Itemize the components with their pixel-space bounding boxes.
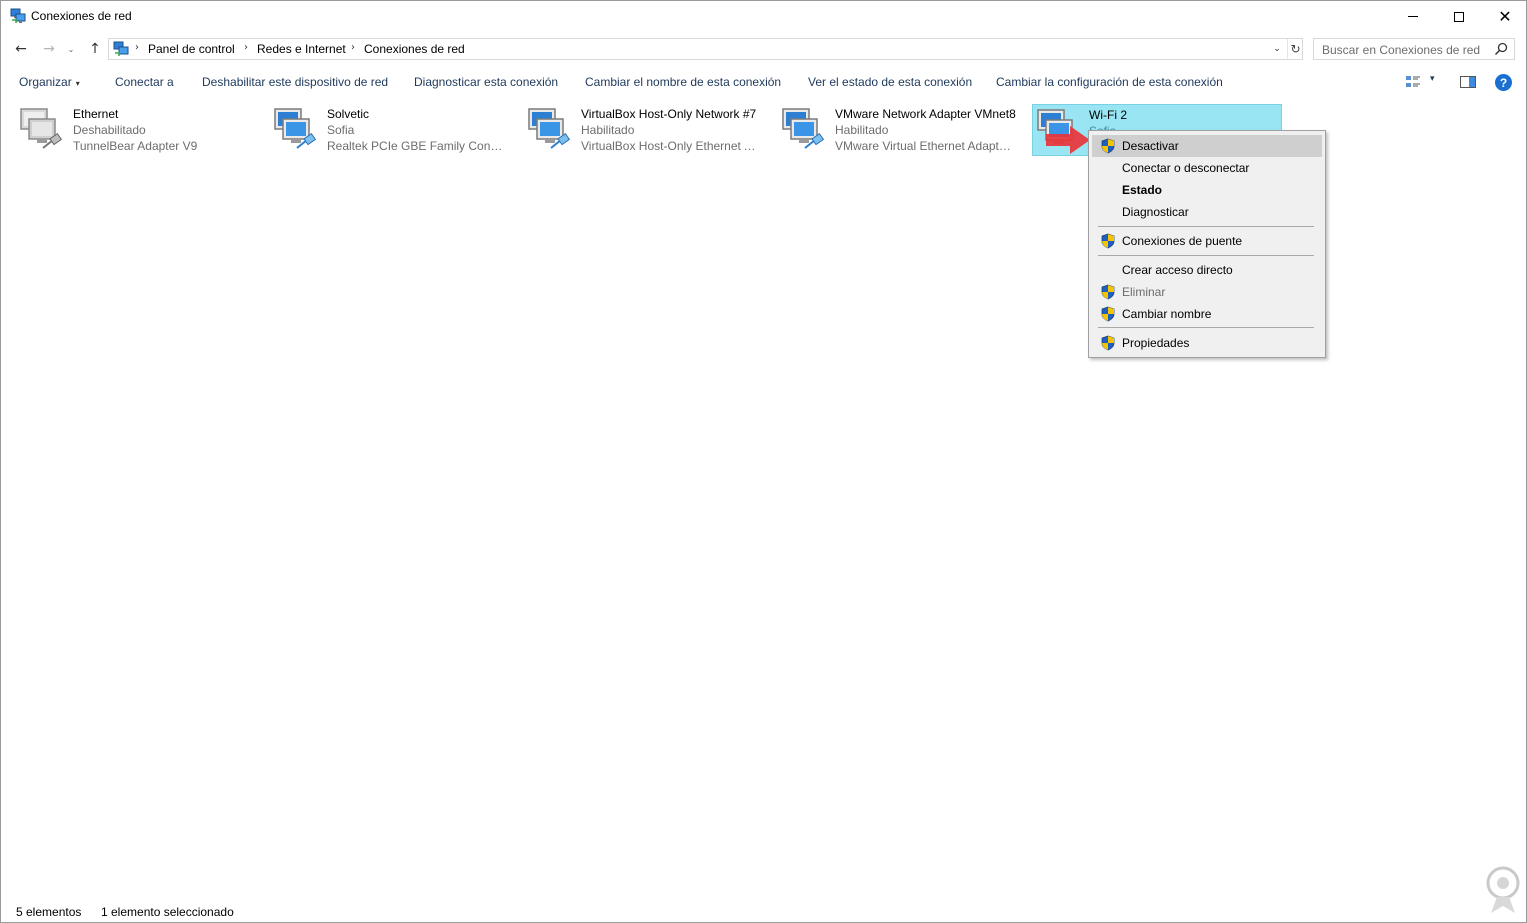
menu-item-estado[interactable]: Estado [1092, 179, 1322, 201]
connection-name: Solvetic [327, 107, 370, 121]
title-bar[interactable]: Conexiones de red ✕ [1, 1, 1526, 32]
connection-name: Wi-Fi 2 [1089, 108, 1127, 122]
menu-label: Estado [1122, 183, 1163, 197]
menu-label: Diagnosticar [1122, 205, 1189, 219]
network-adapter-icon [528, 108, 571, 149]
up-button[interactable]: ↑ [85, 39, 105, 59]
maximize-button[interactable] [1436, 1, 1482, 32]
breadcrumb-panel-de-control[interactable]: Panel de control [148, 42, 235, 56]
menu-item-propiedades[interactable]: Propiedades [1092, 332, 1322, 354]
network-adapter-icon [782, 108, 825, 149]
breadcrumb-separator[interactable]: › [244, 42, 248, 53]
selection-count: 1 elemento seleccionado [101, 905, 234, 919]
connection-device: VMware Virtual Ethernet Adapter ... [835, 139, 1013, 153]
uac-shield-icon [1101, 335, 1115, 351]
connection-item-vmware[interactable]: VMware Network Adapter VMnet8 Habilitado… [765, 104, 1016, 156]
network-connections-icon [113, 41, 129, 56]
close-icon: ✕ [1498, 6, 1512, 26]
breadcrumb-conexiones-de-red[interactable]: Conexiones de red [364, 42, 465, 56]
status-bar: 5 elementos 1 elemento seleccionado [1, 901, 1526, 922]
menu-item-diagnosticar[interactable]: Diagnosticar [1092, 201, 1322, 223]
view-dropdown-button[interactable]: ▾ [1430, 74, 1435, 84]
menu-separator [1098, 327, 1314, 328]
close-button[interactable]: ✕ [1482, 1, 1527, 32]
network-connections-icon [10, 8, 26, 23]
menu-label: Conexiones de puente [1122, 234, 1243, 248]
menu-label: Propiedades [1122, 336, 1190, 350]
minimize-icon [1408, 16, 1418, 17]
navigation-bar: ← → ⌄ ↑ › Panel de control › Redes e Int… [1, 35, 1526, 63]
uac-shield-icon [1101, 284, 1115, 300]
change-settings-button[interactable]: Cambiar la configuración de esta conexió… [996, 75, 1223, 89]
command-bar: Organizar ▾ Conectar a Deshabilitar este … [1, 69, 1526, 95]
breadcrumb-separator[interactable]: › [351, 42, 355, 53]
view-options-icon[interactable] [1404, 73, 1422, 91]
chevron-down-icon: ▾ [75, 79, 80, 88]
menu-label: Desactivar [1122, 139, 1179, 153]
connection-device: VirtualBox Host-Only Ethernet Ad... [581, 139, 759, 153]
uac-shield-icon [1101, 138, 1115, 154]
organize-button[interactable]: Organizar ▾ [19, 75, 80, 89]
menu-item-eliminar[interactable]: Eliminar [1092, 281, 1322, 303]
breadcrumb-separator[interactable]: › [135, 42, 139, 53]
red-arrow-icon [1046, 126, 1090, 154]
menu-label: Eliminar [1122, 285, 1166, 299]
context-menu: Desactivar Conectar o desconectar Estado… [1088, 130, 1326, 358]
menu-item-cambiar-nombre[interactable]: Cambiar nombre [1092, 303, 1322, 325]
connection-name: VirtualBox Host-Only Network #7 [581, 107, 757, 121]
search-input[interactable]: Buscar en Conexiones de red [1313, 38, 1515, 60]
help-icon[interactable]: ? [1495, 74, 1512, 91]
connection-status: Sofia [327, 123, 355, 137]
preview-pane-icon[interactable] [1459, 73, 1477, 91]
item-count: 5 elementos [16, 905, 82, 919]
menu-item-conexiones-de-puente[interactable]: Conexiones de puente [1092, 230, 1322, 252]
connection-status: Deshabilitado [73, 123, 146, 137]
menu-item-crear-acceso-directo[interactable]: Crear acceso directo [1092, 259, 1322, 281]
connection-device: Realtek PCIe GBE Family Controller [327, 139, 505, 153]
menu-item-desactivar[interactable]: Desactivar [1092, 135, 1322, 157]
connection-status: Habilitado [835, 123, 889, 137]
connection-name: VMware Network Adapter VMnet8 [835, 107, 1016, 121]
minimize-button[interactable] [1390, 1, 1436, 32]
menu-item-conectar-o-desconectar[interactable]: Conectar o desconectar [1092, 157, 1322, 179]
recent-locations-button[interactable]: ⌄ [64, 39, 78, 59]
network-adapter-icon [274, 108, 317, 149]
explorer-window: Conexiones de red ✕ ← → ⌄ ↑ › Panel de c… [0, 0, 1527, 923]
forward-button[interactable]: → [39, 39, 59, 59]
connection-device: TunnelBear Adapter V9 [73, 139, 198, 153]
menu-label: Conectar o desconectar [1122, 161, 1250, 175]
view-status-button[interactable]: Ver el estado de esta conexión [808, 75, 972, 89]
address-bar[interactable]: › Panel de control › Redes e Internet › … [108, 38, 1303, 60]
solvetic-logo-icon [1486, 866, 1520, 913]
network-adapter-disabled-icon [20, 108, 63, 149]
address-dropdown-button[interactable]: ⌄ [1269, 40, 1285, 58]
menu-label: Cambiar nombre [1122, 307, 1212, 321]
connection-item-ethernet[interactable]: Ethernet Deshabilitado TunnelBear Adapte… [3, 104, 253, 156]
back-button[interactable]: ← [11, 39, 31, 59]
window-title: Conexiones de red [31, 9, 132, 23]
search-icon [1494, 42, 1508, 56]
menu-separator [1098, 226, 1314, 227]
uac-shield-icon [1101, 233, 1115, 249]
diagnose-button[interactable]: Diagnosticar esta conexión [414, 75, 558, 89]
menu-label: Crear acceso directo [1122, 263, 1233, 277]
connection-item-virtualbox[interactable]: VirtualBox Host-Only Network #7 Habilita… [511, 104, 761, 156]
organize-label: Organizar [19, 75, 72, 89]
disable-device-button[interactable]: Deshabilitar este dispositivo de red [202, 75, 388, 89]
refresh-button[interactable]: ↻ [1287, 39, 1303, 59]
search-placeholder: Buscar en Conexiones de red [1322, 43, 1481, 57]
rename-button[interactable]: Cambiar el nombre de esta conexión [585, 75, 781, 89]
breadcrumb-redes-e-internet[interactable]: Redes e Internet [257, 42, 346, 56]
connect-to-button[interactable]: Conectar a [115, 75, 174, 89]
connection-name: Ethernet [73, 107, 119, 121]
menu-separator [1098, 255, 1314, 256]
connection-status: Habilitado [581, 123, 635, 137]
uac-shield-icon [1101, 306, 1115, 322]
connection-item-solvetic[interactable]: Solvetic Sofia Realtek PCIe GBE Family C… [257, 104, 507, 156]
maximize-icon [1454, 11, 1464, 22]
